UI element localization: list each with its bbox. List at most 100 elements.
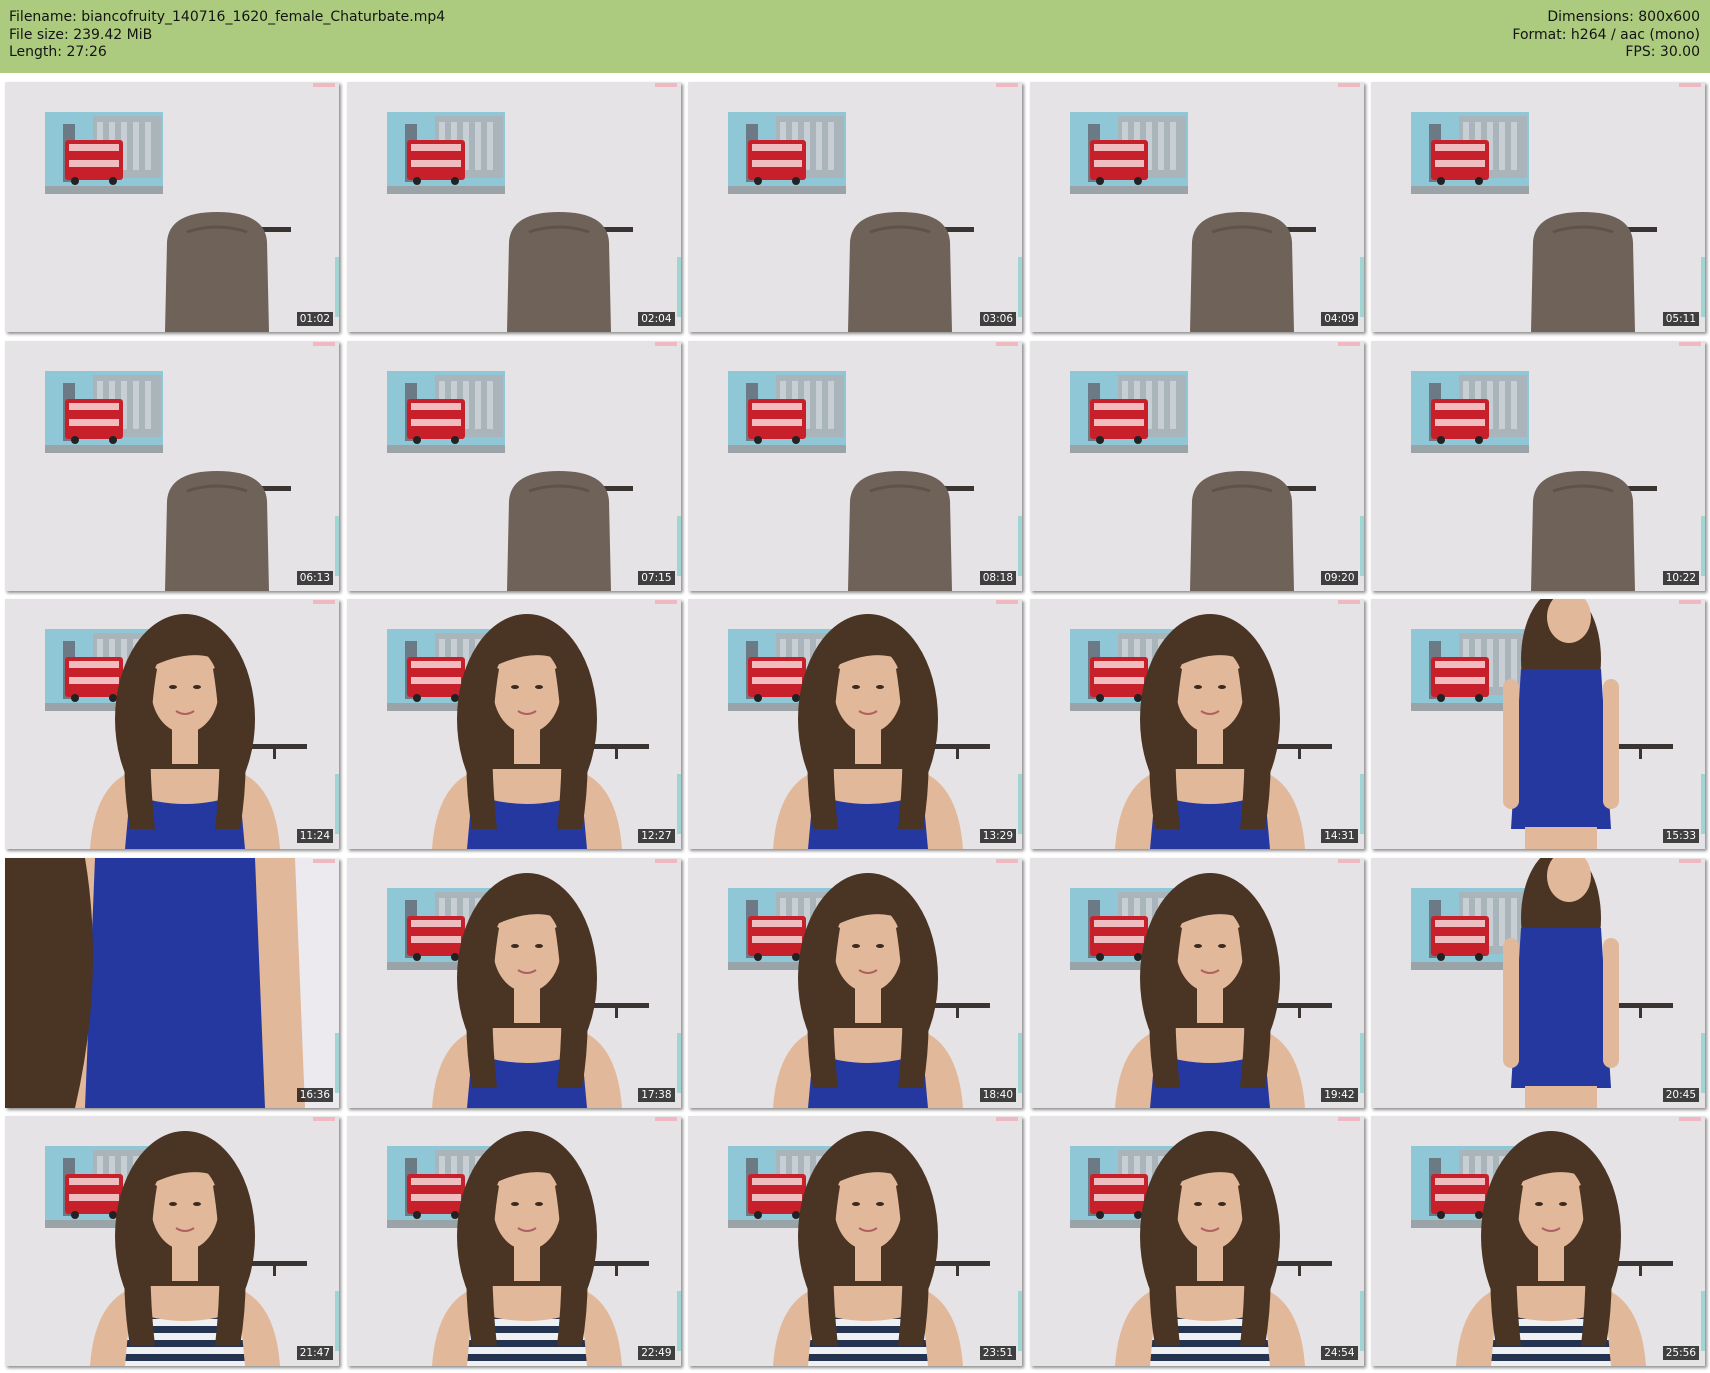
timestamp-badge: 11:24 <box>296 829 333 843</box>
watermark <box>654 83 677 87</box>
side-strip <box>1701 515 1705 576</box>
video-thumbnail[interactable]: 15:33 <box>1371 599 1705 849</box>
thumbnail-frame <box>1029 340 1364 591</box>
thumbnail-frame <box>1371 1116 1705 1366</box>
side-strip <box>1701 1291 1705 1351</box>
video-thumbnail[interactable]: 02:04 <box>346 82 681 332</box>
thumbnail-frame <box>5 599 339 849</box>
thumbnail-frame <box>346 1116 681 1366</box>
chair <box>848 212 952 332</box>
chair <box>848 470 952 591</box>
video-thumbnail[interactable]: 21:47 <box>5 1116 339 1366</box>
thumbnail-frame <box>346 82 681 332</box>
video-thumbnail[interactable]: 23:51 <box>688 1116 1022 1366</box>
video-thumbnail[interactable]: 04:09 <box>1029 82 1364 332</box>
watermark <box>313 83 335 87</box>
video-thumbnail[interactable]: 05:11 <box>1371 82 1705 332</box>
watermark <box>1337 600 1360 604</box>
watermark <box>996 1117 1018 1121</box>
watermark <box>996 341 1018 346</box>
fps-label: FPS: 30.00 <box>1625 44 1700 60</box>
thumbnail-frame <box>688 340 1022 591</box>
side-strip <box>335 515 339 576</box>
timestamp-badge: 06:13 <box>296 570 333 585</box>
timestamp-badge: 16:36 <box>296 1087 333 1102</box>
thumbnail-frame <box>1029 82 1364 332</box>
bus-poster <box>1411 112 1529 194</box>
side-strip <box>1701 1032 1705 1093</box>
timestamp-badge: 15:33 <box>1662 829 1699 843</box>
watermark <box>1337 858 1360 863</box>
timestamp-badge: 14:31 <box>1321 829 1358 843</box>
timestamp-badge: 03:06 <box>979 312 1016 326</box>
timestamp-badge: 18:40 <box>979 1087 1016 1102</box>
thumbnail-frame <box>5 340 339 591</box>
side-strip <box>1018 1291 1022 1351</box>
watermark <box>1337 83 1360 87</box>
bus-poster <box>45 370 163 453</box>
thumbnail-frame <box>5 82 339 332</box>
video-thumbnail[interactable]: 11:24 <box>5 599 339 849</box>
bus-poster <box>728 370 846 453</box>
watermark <box>1337 1117 1360 1121</box>
chair <box>506 470 611 591</box>
video-thumbnail[interactable]: 20:45 <box>1371 857 1705 1108</box>
side-strip <box>1359 515 1364 576</box>
watermark <box>1679 341 1701 346</box>
timestamp-badge: 01:02 <box>296 312 333 326</box>
watermark <box>1679 1117 1701 1121</box>
dimensions-label: Dimensions: 800x600 <box>1547 9 1700 25</box>
side-strip <box>335 257 339 317</box>
timestamp-badge: 05:11 <box>1662 312 1699 326</box>
video-thumbnail[interactable]: 07:15 <box>346 340 681 591</box>
thumbnail-frame <box>1371 599 1705 849</box>
video-thumbnail[interactable]: 22:49 <box>346 1116 681 1366</box>
timestamp-badge: 23:51 <box>979 1346 1016 1360</box>
thumbnail-frame <box>688 82 1022 332</box>
video-thumbnail[interactable]: 14:31 <box>1029 599 1364 849</box>
bus-poster <box>1069 112 1188 194</box>
chair <box>506 212 611 332</box>
side-strip <box>1701 774 1705 834</box>
thumbnail-frame <box>1371 82 1705 332</box>
bus-poster <box>45 112 163 194</box>
length-label: Length: 27:26 <box>9 44 107 60</box>
side-strip <box>1018 515 1022 576</box>
video-thumbnail[interactable]: 24:54 <box>1029 1116 1364 1366</box>
timestamp-badge: 24:54 <box>1321 1346 1358 1360</box>
side-strip <box>676 1032 681 1093</box>
timestamp-badge: 04:09 <box>1321 312 1358 326</box>
thumbnail-frame <box>1029 1116 1364 1366</box>
video-thumbnail[interactable]: 09:20 <box>1029 340 1364 591</box>
video-thumbnail[interactable]: 10:22 <box>1371 340 1705 591</box>
timestamp-badge: 07:15 <box>638 570 675 585</box>
video-thumbnail[interactable]: 03:06 <box>688 82 1022 332</box>
watermark <box>654 341 677 346</box>
timestamp-badge: 25:56 <box>1662 1346 1699 1360</box>
video-thumbnail[interactable]: 13:29 <box>688 599 1022 849</box>
video-thumbnail[interactable]: 18:40 <box>688 857 1022 1108</box>
side-strip <box>1359 257 1364 317</box>
watermark <box>313 1117 335 1121</box>
file-size-label: File size: 239.42 MiB <box>9 26 153 43</box>
person-closeup <box>5 857 339 1108</box>
bus-poster <box>386 370 505 453</box>
video-thumbnail[interactable]: 25:56 <box>1371 1116 1705 1366</box>
watermark <box>1337 341 1360 346</box>
video-thumbnail[interactable]: 16:36 <box>5 857 339 1108</box>
contact-sheet-header: Filename: biancofruity_140716_1620_femal… <box>0 0 1710 73</box>
bus-poster <box>1411 370 1529 453</box>
thumbnail-frame <box>346 857 681 1108</box>
side-strip <box>335 774 339 834</box>
video-thumbnail[interactable]: 12:27 <box>346 599 681 849</box>
video-thumbnail[interactable]: 01:02 <box>5 82 339 332</box>
video-thumbnail[interactable]: 17:38 <box>346 857 681 1108</box>
video-thumbnail[interactable]: 19:42 <box>1029 857 1364 1108</box>
video-thumbnail[interactable]: 06:13 <box>5 340 339 591</box>
bus-poster <box>728 112 846 194</box>
video-thumbnail[interactable]: 08:18 <box>688 340 1022 591</box>
side-strip <box>676 257 681 317</box>
chair <box>1189 212 1294 332</box>
watermark <box>996 83 1018 87</box>
side-strip <box>1018 1032 1022 1093</box>
